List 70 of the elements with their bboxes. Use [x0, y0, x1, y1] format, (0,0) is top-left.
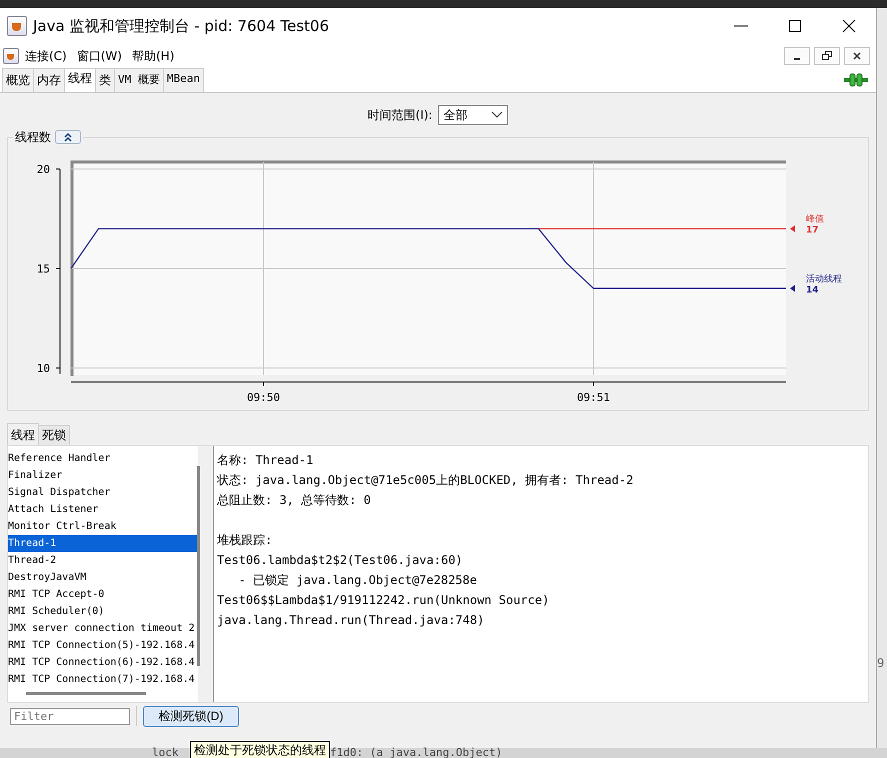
detail-text: 名称: Thread-1 — [217, 452, 314, 469]
scrollbar[interactable] — [26, 692, 146, 695]
tab[interactable]: 死锁 — [38, 425, 70, 445]
list-item[interactable]: DestroyJavaVM — [8, 569, 198, 586]
collapse-button[interactable] — [55, 130, 81, 144]
restore-button[interactable] — [814, 47, 840, 65]
time-range-dropdown[interactable]: 全部 — [438, 105, 508, 125]
panel-title: 线程数 — [15, 128, 51, 146]
time-range-label: 时间范围(I): — [368, 106, 432, 124]
legend-label: 峰值 — [806, 214, 824, 225]
list-item[interactable]: Thread-2 — [8, 552, 198, 569]
list-item[interactable]: Reference Handler — [8, 450, 198, 467]
tab[interactable]: VM 概要 — [114, 68, 164, 92]
marker-icon — [790, 284, 795, 292]
tab[interactable]: 类 — [95, 68, 115, 92]
close-button[interactable] — [844, 47, 870, 65]
close-icon — [842, 19, 856, 33]
tab[interactable]: 内存 — [33, 68, 65, 92]
filter-field[interactable]: Filter — [10, 708, 130, 724]
menu-item[interactable]: 窗口(W) — [76, 48, 122, 64]
window-title: Java 监视和管理控制台 - pid: 7604 Test06 — [33, 16, 330, 36]
cup-icon — [7, 16, 27, 36]
maximize-icon — [788, 19, 802, 33]
background-text: 9 — [877, 658, 884, 668]
scrollbar[interactable] — [197, 466, 200, 666]
tab[interactable]: 线程 — [7, 423, 39, 445]
tab[interactable]: 概览 — [2, 68, 34, 92]
marker-icon — [790, 225, 795, 232]
tooltip: 检测处于死锁状态的线程 — [190, 741, 330, 758]
background-text: lock — [152, 748, 178, 758]
tab[interactable]: MBean — [162, 68, 204, 92]
close-icon — [853, 52, 861, 60]
minimize-button[interactable] — [784, 47, 810, 65]
connection-icon — [844, 73, 868, 87]
detect-deadlock-button[interactable]: 检测死锁(D) — [143, 706, 239, 726]
legend-value: 17 — [806, 226, 819, 236]
background-text: f1d0: (a java.lang.Object) — [330, 748, 502, 758]
list-item[interactable]: Thread-1 — [8, 535, 198, 552]
minimize-icon — [734, 25, 748, 27]
chevron-down-icon — [491, 111, 504, 119]
detail-text: - 已锁定 java.lang.Object@7e28258e — [238, 572, 478, 589]
list-item[interactable]: Signal Dispatcher — [8, 484, 198, 501]
minimize-icon — [794, 58, 800, 60]
detail-text: 堆栈跟踪: — [217, 532, 274, 549]
axis-label: 09:50 — [246, 391, 280, 404]
legend-value: 14 — [806, 285, 819, 296]
detail-text: Test06.lambda$t2$2(Test06.java:60) — [217, 552, 464, 569]
axis-label: 10 — [36, 362, 50, 375]
double-chevron-up-icon — [63, 132, 73, 142]
list-item[interactable]: RMI Scheduler(0) — [8, 603, 198, 620]
list-item[interactable]: JMX server connection timeout 2 — [8, 620, 198, 637]
restore-icon — [822, 51, 832, 61]
list-item[interactable]: Attach Listener — [8, 501, 198, 518]
list-item[interactable]: RMI TCP Accept-0 — [8, 586, 198, 603]
detail-text: java.lang.Thread.run(Thread.java:748) — [217, 612, 486, 629]
menu-item[interactable]: 连接(C) — [25, 48, 67, 64]
legend-label: 活动线程 — [806, 274, 842, 284]
list-item[interactable]: RMI TCP Connection(6)-192.168.4 — [8, 654, 198, 671]
list-item[interactable]: Finalizer — [8, 467, 198, 484]
detail-text: 总阻止数: 3, 总等待数: 0 — [217, 492, 372, 509]
detail-text: Test06$$Lambda$1/919112242.run(Unknown Source) — [217, 592, 550, 609]
list-item[interactable]: Monitor Ctrl-Break — [8, 518, 198, 535]
axis-label: 15 — [36, 262, 50, 276]
cup-icon — [3, 48, 19, 64]
list-item[interactable]: RMI TCP Connection(5)-192.168.4 — [8, 637, 198, 654]
axis-label: 09:51 — [576, 391, 610, 404]
menu-item[interactable]: 帮助(H) — [132, 48, 174, 64]
detail-text: 状态: java.lang.Object@71e5c005上的BLOCKED, 拥有者: Thread-2 — [217, 472, 634, 489]
list-item[interactable]: RMI TCP Connection(7)-192.168.4 — [8, 671, 198, 688]
axis-label: 20 — [36, 163, 50, 176]
